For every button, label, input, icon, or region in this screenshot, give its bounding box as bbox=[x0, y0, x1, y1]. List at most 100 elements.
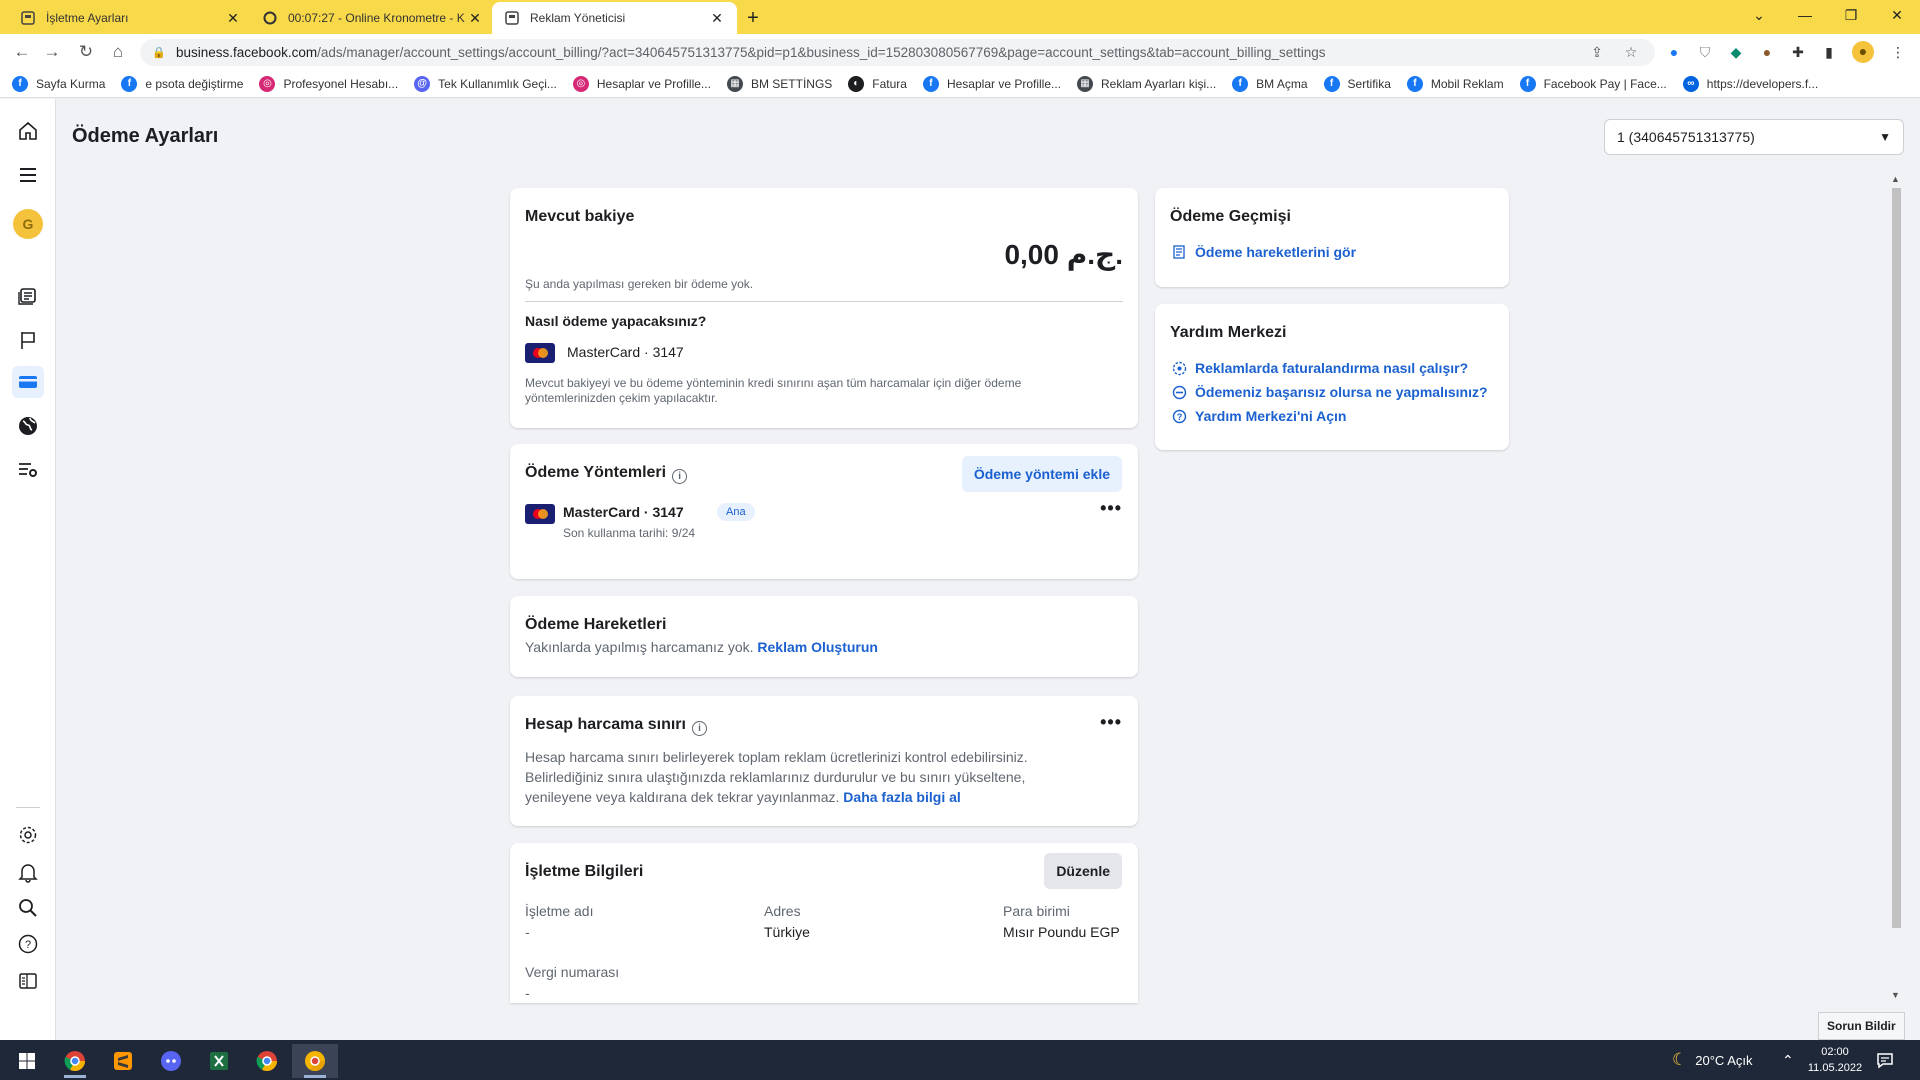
bookmark-item[interactable]: f BM Açma bbox=[1232, 75, 1308, 92]
bookmark-item[interactable]: f e psota değiştirme bbox=[121, 75, 243, 92]
extension-shield-icon[interactable]: ⛉ bbox=[1695, 42, 1715, 62]
search-icon[interactable] bbox=[12, 892, 44, 924]
tab-search-icon[interactable]: ⌄ bbox=[1736, 0, 1782, 30]
info-icon[interactable]: i bbox=[691, 721, 707, 736]
extension-chatgpt-icon[interactable]: ◆ bbox=[1726, 42, 1746, 62]
scrollbar-thumb[interactable] bbox=[1892, 188, 1901, 928]
payment-history-card: Ödeme Geçmişi Ödeme hareketlerini gör bbox=[1155, 188, 1509, 287]
bookmark-favicon-icon: ◎ bbox=[572, 75, 589, 92]
account-avatar[interactable]: G bbox=[13, 209, 43, 239]
tray-chevron-up-icon[interactable]: ⌃ bbox=[1782, 1040, 1794, 1080]
add-payment-method-button[interactable]: Ödeme yöntemi ekle bbox=[961, 456, 1122, 492]
gear-icon[interactable] bbox=[12, 819, 44, 851]
lock-icon: 🔒 bbox=[152, 47, 166, 59]
extension-cookie-icon[interactable]: ● bbox=[1757, 42, 1777, 62]
bookmark-item[interactable]: ◎ Hesaplar ve Profille... bbox=[572, 75, 711, 92]
help-link-billing[interactable]: Reklamlarda faturalandırma nasıl çalışır… bbox=[1171, 360, 1468, 376]
payment-how-title: Nasıl ödeme yapacaksınız? bbox=[525, 313, 707, 329]
help-icon[interactable]: ? bbox=[12, 928, 44, 960]
receipt-icon bbox=[1171, 244, 1187, 260]
app-running-indicator bbox=[64, 1075, 86, 1078]
clock-date: 11.05.2022 bbox=[1807, 1062, 1863, 1074]
restore-icon[interactable]: ❐ bbox=[1828, 0, 1874, 30]
home-icon[interactable] bbox=[12, 115, 44, 147]
chrome-canary-icon[interactable] bbox=[292, 1044, 338, 1078]
bell-icon[interactable] bbox=[12, 856, 44, 888]
menu-kebab-icon[interactable]: ⋮ bbox=[1888, 42, 1908, 62]
bookmark-item[interactable]: ▦ BM SETTİNGS bbox=[726, 75, 833, 92]
discord-icon[interactable] bbox=[148, 1044, 194, 1078]
bookmark-label: Hesaplar ve Profille... bbox=[596, 76, 711, 91]
excel-icon[interactable] bbox=[196, 1044, 242, 1078]
bookmark-favicon-icon: ◐ bbox=[848, 75, 865, 92]
forward-icon[interactable]: → bbox=[40, 40, 64, 64]
bookmark-item[interactable]: ◎ Profesyonel Hesabı... bbox=[259, 75, 398, 92]
profile-avatar-icon[interactable]: ● bbox=[1852, 41, 1874, 63]
bookmark-item[interactable]: ▦ Reklam Ayarları kişi... bbox=[1077, 75, 1216, 92]
chrome-profile-icon[interactable] bbox=[52, 1044, 98, 1078]
share-icon[interactable]: ⇪ bbox=[1585, 44, 1609, 61]
bookmark-item[interactable]: ◐ Fatura bbox=[848, 75, 907, 92]
bookmark-item[interactable]: f Mobil Reklam bbox=[1406, 75, 1504, 92]
back-icon[interactable]: ← bbox=[10, 40, 34, 64]
side-panel-icon[interactable]: ▮ bbox=[1819, 42, 1839, 62]
link-label: Reklamlarda faturalandırma nasıl çalışır… bbox=[1195, 360, 1469, 376]
extensions-puzzle-icon[interactable]: ✚ bbox=[1788, 42, 1808, 62]
clock[interactable]: 02:00 11.05.2022 bbox=[1807, 1040, 1863, 1080]
bookmark-favicon-icon: ▦ bbox=[1077, 75, 1094, 92]
bookmark-label: BM SETTİNGS bbox=[750, 76, 833, 91]
info-icon[interactable]: i bbox=[672, 469, 688, 484]
hamburger-menu-icon[interactable] bbox=[12, 159, 44, 191]
new-tab-button[interactable]: + bbox=[740, 5, 766, 31]
extension-globe-icon[interactable]: ● bbox=[1664, 42, 1684, 62]
create-ad-link[interactable]: Reklam Oluşturun bbox=[757, 639, 878, 655]
edit-button[interactable]: Düzenle bbox=[1044, 853, 1122, 889]
bookmark-item[interactable]: f Sertifika bbox=[1323, 75, 1391, 92]
bookmark-item[interactable]: f Facebook Pay | Face... bbox=[1519, 75, 1667, 92]
bookmark-item[interactable]: f Hesaplar ve Profille... bbox=[922, 75, 1061, 92]
close-icon[interactable]: ✕ bbox=[709, 10, 725, 27]
flag-icon[interactable] bbox=[12, 324, 44, 356]
report-problem-button[interactable]: Sorun Bildir bbox=[1818, 1012, 1905, 1040]
sublime-text-icon[interactable] bbox=[100, 1044, 146, 1078]
bookmark-star-icon[interactable]: ☆ bbox=[1619, 44, 1643, 61]
weather-widget[interactable]: ☾ 20°C Açık bbox=[1672, 1040, 1752, 1080]
bookmark-label: Sertifika bbox=[1347, 76, 1391, 91]
billing-card-icon[interactable] bbox=[12, 366, 44, 398]
bookmark-item[interactable]: ∞ https://developers.f... bbox=[1682, 75, 1818, 92]
account-selector[interactable]: 1 (340645751313775) ▼ bbox=[1604, 119, 1904, 155]
close-icon[interactable]: ✕ bbox=[225, 10, 241, 27]
more-options-icon[interactable]: ••• bbox=[1100, 712, 1122, 733]
sidebar-toggle-icon[interactable] bbox=[12, 965, 44, 997]
globe-icon[interactable] bbox=[12, 410, 44, 442]
url-host: business.facebook.com bbox=[176, 45, 318, 60]
bookmark-favicon-icon: f bbox=[1406, 75, 1423, 92]
learn-more-link[interactable]: Daha fazla bilgi al bbox=[843, 789, 960, 805]
reload-icon[interactable]: ↻ bbox=[74, 40, 98, 64]
browser-tab-ads-manager[interactable]: Reklam Yöneticisi ✕ bbox=[492, 2, 737, 34]
settings-list-icon[interactable] bbox=[12, 454, 44, 486]
more-options-icon[interactable]: ••• bbox=[1100, 498, 1122, 519]
windows-start-icon[interactable] bbox=[4, 1044, 50, 1078]
bookmark-item[interactable]: f Sayfa Kurma bbox=[12, 75, 105, 92]
bookmark-item[interactable]: @ Tek Kullanımlık Geçi... bbox=[414, 75, 557, 92]
notification-center-icon[interactable] bbox=[1876, 1040, 1894, 1080]
address-bar[interactable]: 🔒 business.facebook.com/ads/manager/acco… bbox=[140, 39, 1655, 66]
campaigns-icon[interactable] bbox=[12, 279, 44, 311]
nav-divider bbox=[16, 807, 40, 808]
help-link-open-help-center[interactable]: ? Yardım Merkezi'ni Açın bbox=[1171, 408, 1346, 424]
page-scrollbar[interactable]: ▲ ▼ bbox=[1888, 172, 1904, 1004]
scroll-down-arrow-icon[interactable]: ▼ bbox=[1891, 990, 1900, 1000]
home-icon[interactable]: ⌂ bbox=[106, 40, 130, 64]
url-text[interactable]: business.facebook.com/ads/manager/accoun… bbox=[176, 45, 1575, 60]
browser-tab-business-settings[interactable]: İşletme Ayarları ✕ bbox=[8, 2, 253, 34]
close-window-icon[interactable]: ✕ bbox=[1874, 0, 1920, 30]
minimize-icon[interactable]: — bbox=[1782, 0, 1828, 30]
help-link-failed-payment[interactable]: Ödemeniz başarısız olursa ne yapmalısını… bbox=[1171, 384, 1488, 400]
browser-tab-stopwatch[interactable]: 00:07:27 - Online Kronometre - K ✕ bbox=[250, 2, 495, 34]
close-icon[interactable]: ✕ bbox=[467, 10, 483, 27]
scroll-up-arrow-icon[interactable]: ▲ bbox=[1891, 174, 1900, 184]
view-payment-activity-link[interactable]: Ödeme hareketlerini gör bbox=[1171, 244, 1356, 260]
primary-card-label: MasterCard · 3147 bbox=[567, 344, 684, 360]
chrome-icon[interactable] bbox=[244, 1044, 290, 1078]
